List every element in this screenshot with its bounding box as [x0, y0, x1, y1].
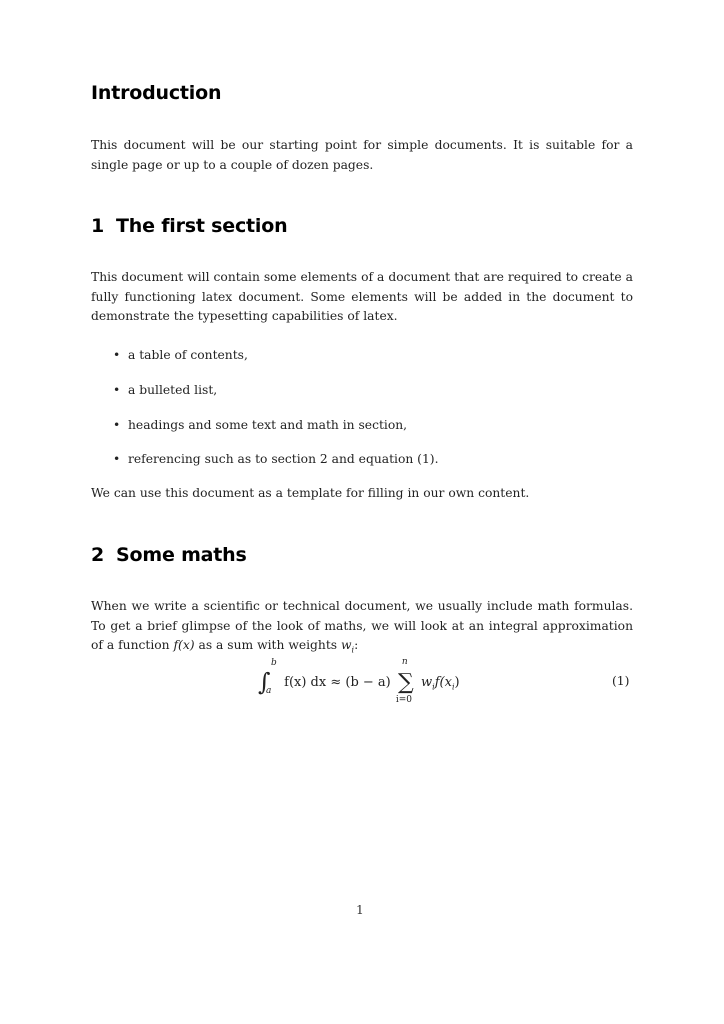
section-number: 2 — [91, 544, 105, 566]
bullet-icon: • — [113, 418, 121, 432]
page-number: 1 — [356, 903, 364, 917]
intro-heading: Introduction — [91, 82, 222, 104]
document-page: Introduction This document will be our s… — [0, 0, 724, 1024]
intro-paragraph: This document will be our starting point… — [91, 138, 633, 172]
section-1-heading: 1 The first section — [91, 215, 288, 237]
section-number: 1 — [91, 215, 105, 237]
bullet-icon: • — [113, 348, 121, 362]
summation-sign: ∑ — [398, 670, 414, 695]
equation: ∫ b a f(x) dx ≈ (b − a) ∑ n i=0 wif(xi) — [258, 657, 460, 705]
section-1-paragraph: This document will contain some elements… — [91, 270, 633, 323]
section-1-closing: We can use this document as a template f… — [91, 486, 530, 500]
section-2-paragraph: When we write a scientific or technical … — [91, 599, 633, 655]
section-title: The first section — [116, 215, 288, 237]
bullet-icon: • — [113, 383, 121, 397]
bullet-icon: • — [113, 452, 121, 466]
equation-label: (1) — [612, 674, 630, 688]
section-2-heading: 2 Some maths — [91, 544, 247, 566]
section-title: Some maths — [116, 544, 247, 566]
